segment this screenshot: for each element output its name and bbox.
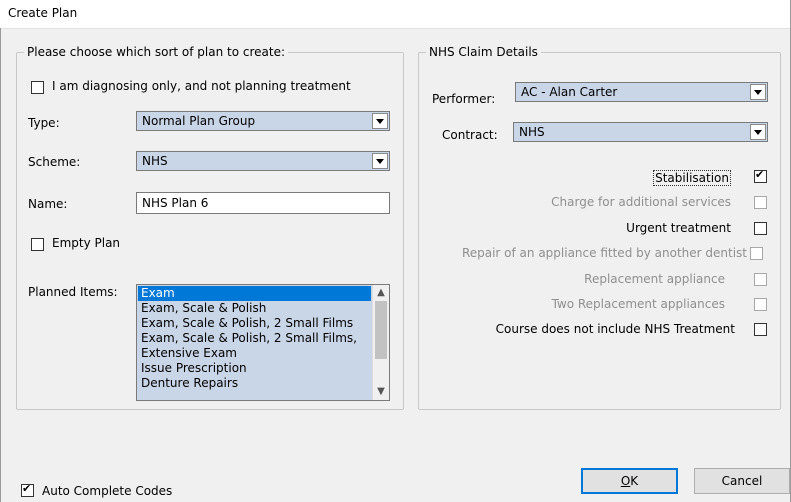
plan-type-legend: Please choose which sort of plan to crea…: [24, 45, 289, 59]
ok-button[interactable]: OK: [581, 468, 678, 494]
list-item[interactable]: Issue Prescription: [138, 361, 371, 376]
performer-dropdown-button[interactable]: [750, 84, 766, 100]
ok-button-label: OK: [620, 474, 639, 488]
chevron-down-icon[interactable]: ▼: [376, 387, 386, 397]
scrollbar-thumb[interactable]: [375, 301, 387, 359]
planned-items-scrollbar[interactable]: ▲ ▼: [372, 285, 389, 400]
empty-plan-checkbox[interactable]: [31, 238, 44, 251]
cancel-button[interactable]: Cancel: [694, 468, 790, 494]
scheme-value: NHS: [142, 154, 168, 168]
additional-services-label: Charge for additional services: [551, 195, 731, 209]
contract-label: Contract:: [442, 128, 498, 142]
type-select[interactable]: Normal Plan Group: [136, 111, 390, 131]
diagnosing-only-checkbox[interactable]: [31, 81, 44, 94]
list-item[interactable]: Extensive Exam: [138, 346, 371, 361]
cancel-button-label: Cancel: [721, 474, 763, 488]
title-bar: Create Plan: [0, 0, 791, 29]
two-replacement-label: Two Replacement appliances: [551, 297, 725, 311]
performer-label: Performer:: [432, 92, 496, 106]
chevron-down-icon: [376, 159, 384, 164]
diagnosing-only-label: I am diagnosing only, and not planning t…: [52, 79, 351, 93]
replacement-appliance-checkbox[interactable]: [754, 273, 767, 286]
replacement-appliance-label: Replacement appliance: [584, 272, 725, 286]
chevron-down-icon: [754, 130, 762, 135]
repair-appliance-checkbox[interactable]: [750, 247, 763, 260]
type-label: Type:: [28, 116, 60, 130]
urgent-treatment-checkbox[interactable]: [754, 222, 767, 235]
scheme-label: Scheme:: [28, 155, 81, 169]
urgent-treatment-label: Urgent treatment: [626, 221, 731, 235]
chevron-down-icon: [376, 119, 384, 124]
window-border-left: [0, 28, 1, 502]
contract-dropdown-button[interactable]: [750, 124, 766, 140]
nhs-claim-legend: NHS Claim Details: [426, 45, 541, 59]
contract-value: NHS: [519, 125, 545, 139]
planned-items-label: Planned Items:: [28, 285, 118, 299]
performer-select[interactable]: AC - Alan Carter: [515, 82, 768, 102]
stabilisation-checkbox[interactable]: [754, 168, 767, 183]
additional-services-checkbox[interactable]: [754, 196, 767, 209]
chevron-up-icon[interactable]: ▲: [376, 288, 386, 298]
name-label: Name:: [28, 197, 68, 211]
empty-plan-label: Empty Plan: [52, 236, 121, 250]
no-nhs-treatment-label: Course does not include NHS Treatment: [495, 322, 735, 336]
plan-name-input[interactable]: NHS Plan 6: [136, 192, 390, 214]
list-item[interactable]: Exam, Scale & Polish, 2 Small Films,: [138, 331, 371, 346]
auto-complete-checkbox[interactable]: [21, 482, 34, 497]
list-item[interactable]: Exam, Scale & Polish: [138, 301, 371, 316]
auto-complete-label: Auto Complete Codes: [42, 484, 173, 498]
list-item[interactable]: Exam: [138, 286, 371, 301]
window-title: Create Plan: [8, 6, 78, 20]
scheme-select[interactable]: NHS: [136, 151, 390, 171]
planned-items-list[interactable]: Exam Exam, Scale & Polish Exam, Scale & …: [136, 284, 390, 401]
type-value: Normal Plan Group: [142, 114, 256, 128]
planned-items-rows: Exam Exam, Scale & Polish Exam, Scale & …: [138, 286, 371, 391]
list-item[interactable]: Exam, Scale & Polish, 2 Small Films: [138, 316, 371, 331]
stabilisation-label: Stabilisation: [653, 170, 731, 186]
type-dropdown-button[interactable]: [372, 113, 388, 129]
repair-appliance-label: Repair of an appliance fitted by another…: [461, 246, 747, 260]
scheme-dropdown-button[interactable]: [372, 153, 388, 169]
two-replacement-checkbox[interactable]: [754, 298, 767, 311]
no-nhs-treatment-checkbox[interactable]: [754, 323, 767, 336]
chevron-down-icon: [754, 90, 762, 95]
performer-value: AC - Alan Carter: [521, 85, 618, 99]
contract-select[interactable]: NHS: [513, 122, 768, 142]
list-item[interactable]: Denture Repairs: [138, 376, 371, 391]
